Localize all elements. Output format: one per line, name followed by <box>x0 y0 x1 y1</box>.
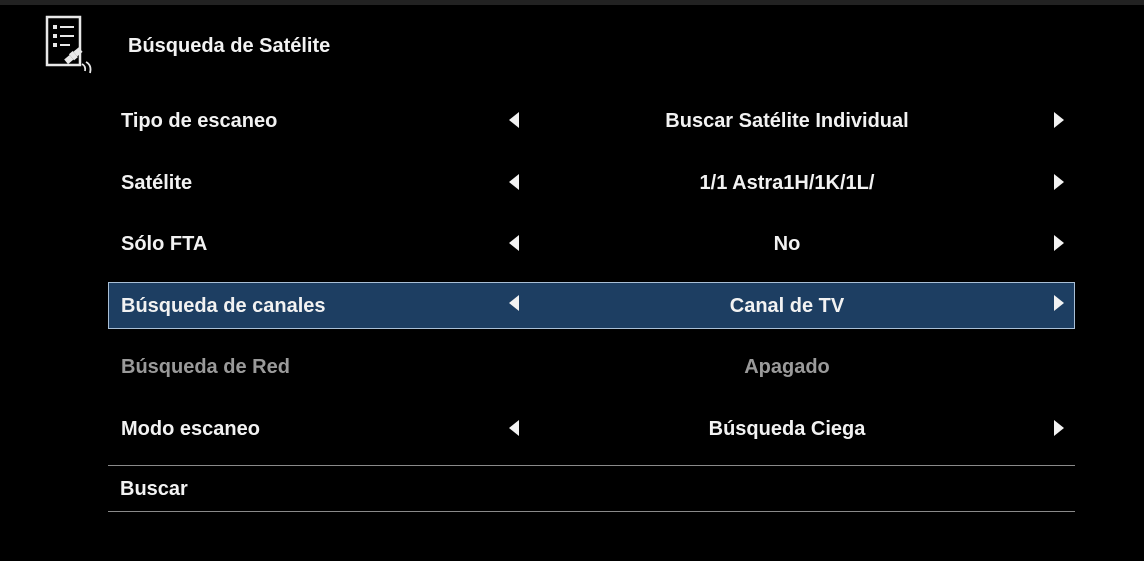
row-value: No <box>773 233 801 255</box>
arrow-left-icon[interactable] <box>509 235 519 251</box>
row-value: Canal de TV <box>729 294 845 317</box>
arrow-left-icon[interactable] <box>509 173 519 190</box>
arrow-right-icon[interactable] <box>1054 173 1064 190</box>
satellite-settings-icon <box>45 15 92 74</box>
row-scan-mode[interactable]: Modo escaneo Búsqueda Ciega <box>108 398 1075 460</box>
arrow-right-icon[interactable] <box>1054 235 1064 251</box>
row-network-search: Búsqueda de Red Apagado <box>108 336 1075 398</box>
row-satellite[interactable]: Satélite 1/1 Astra1H/1K/1L/ <box>108 152 1075 214</box>
arrow-left-icon[interactable] <box>509 112 519 128</box>
arrow-left-icon[interactable] <box>509 294 519 311</box>
row-channel-search[interactable]: Búsqueda de canales Canal de TV <box>108 281 1075 329</box>
row-scan-type[interactable]: Tipo de escaneo Buscar Satélite Individu… <box>108 90 1075 152</box>
settings-menu: Tipo de escaneo Buscar Satélite Individu… <box>108 90 1075 459</box>
arrow-right-icon[interactable] <box>1054 112 1064 128</box>
row-value: Búsqueda Ciega <box>708 417 866 440</box>
page-title: Búsqueda de Satélite <box>128 35 331 57</box>
row-label: Satélite <box>121 171 193 194</box>
row-fta-only[interactable]: Sólo FTA No <box>108 213 1075 275</box>
row-label: Sólo FTA <box>121 233 208 255</box>
top-bar <box>0 0 1144 5</box>
row-value: Apagado <box>744 356 830 378</box>
arrow-right-icon[interactable] <box>1054 294 1064 311</box>
arrow-right-icon[interactable] <box>1054 419 1064 436</box>
row-label: Búsqueda de Red <box>121 356 290 378</box>
arrow-left-icon[interactable] <box>509 419 519 436</box>
row-label: Modo escaneo <box>121 417 260 440</box>
row-value: 1/1 Astra1H/1K/1L/ <box>699 171 875 194</box>
search-button[interactable]: Buscar <box>120 478 188 501</box>
row-value: Buscar Satélite Individual <box>665 110 909 132</box>
divider <box>108 511 1075 512</box>
divider <box>108 465 1075 466</box>
row-label: Tipo de escaneo <box>121 110 278 132</box>
row-label: Búsqueda de canales <box>121 294 326 317</box>
